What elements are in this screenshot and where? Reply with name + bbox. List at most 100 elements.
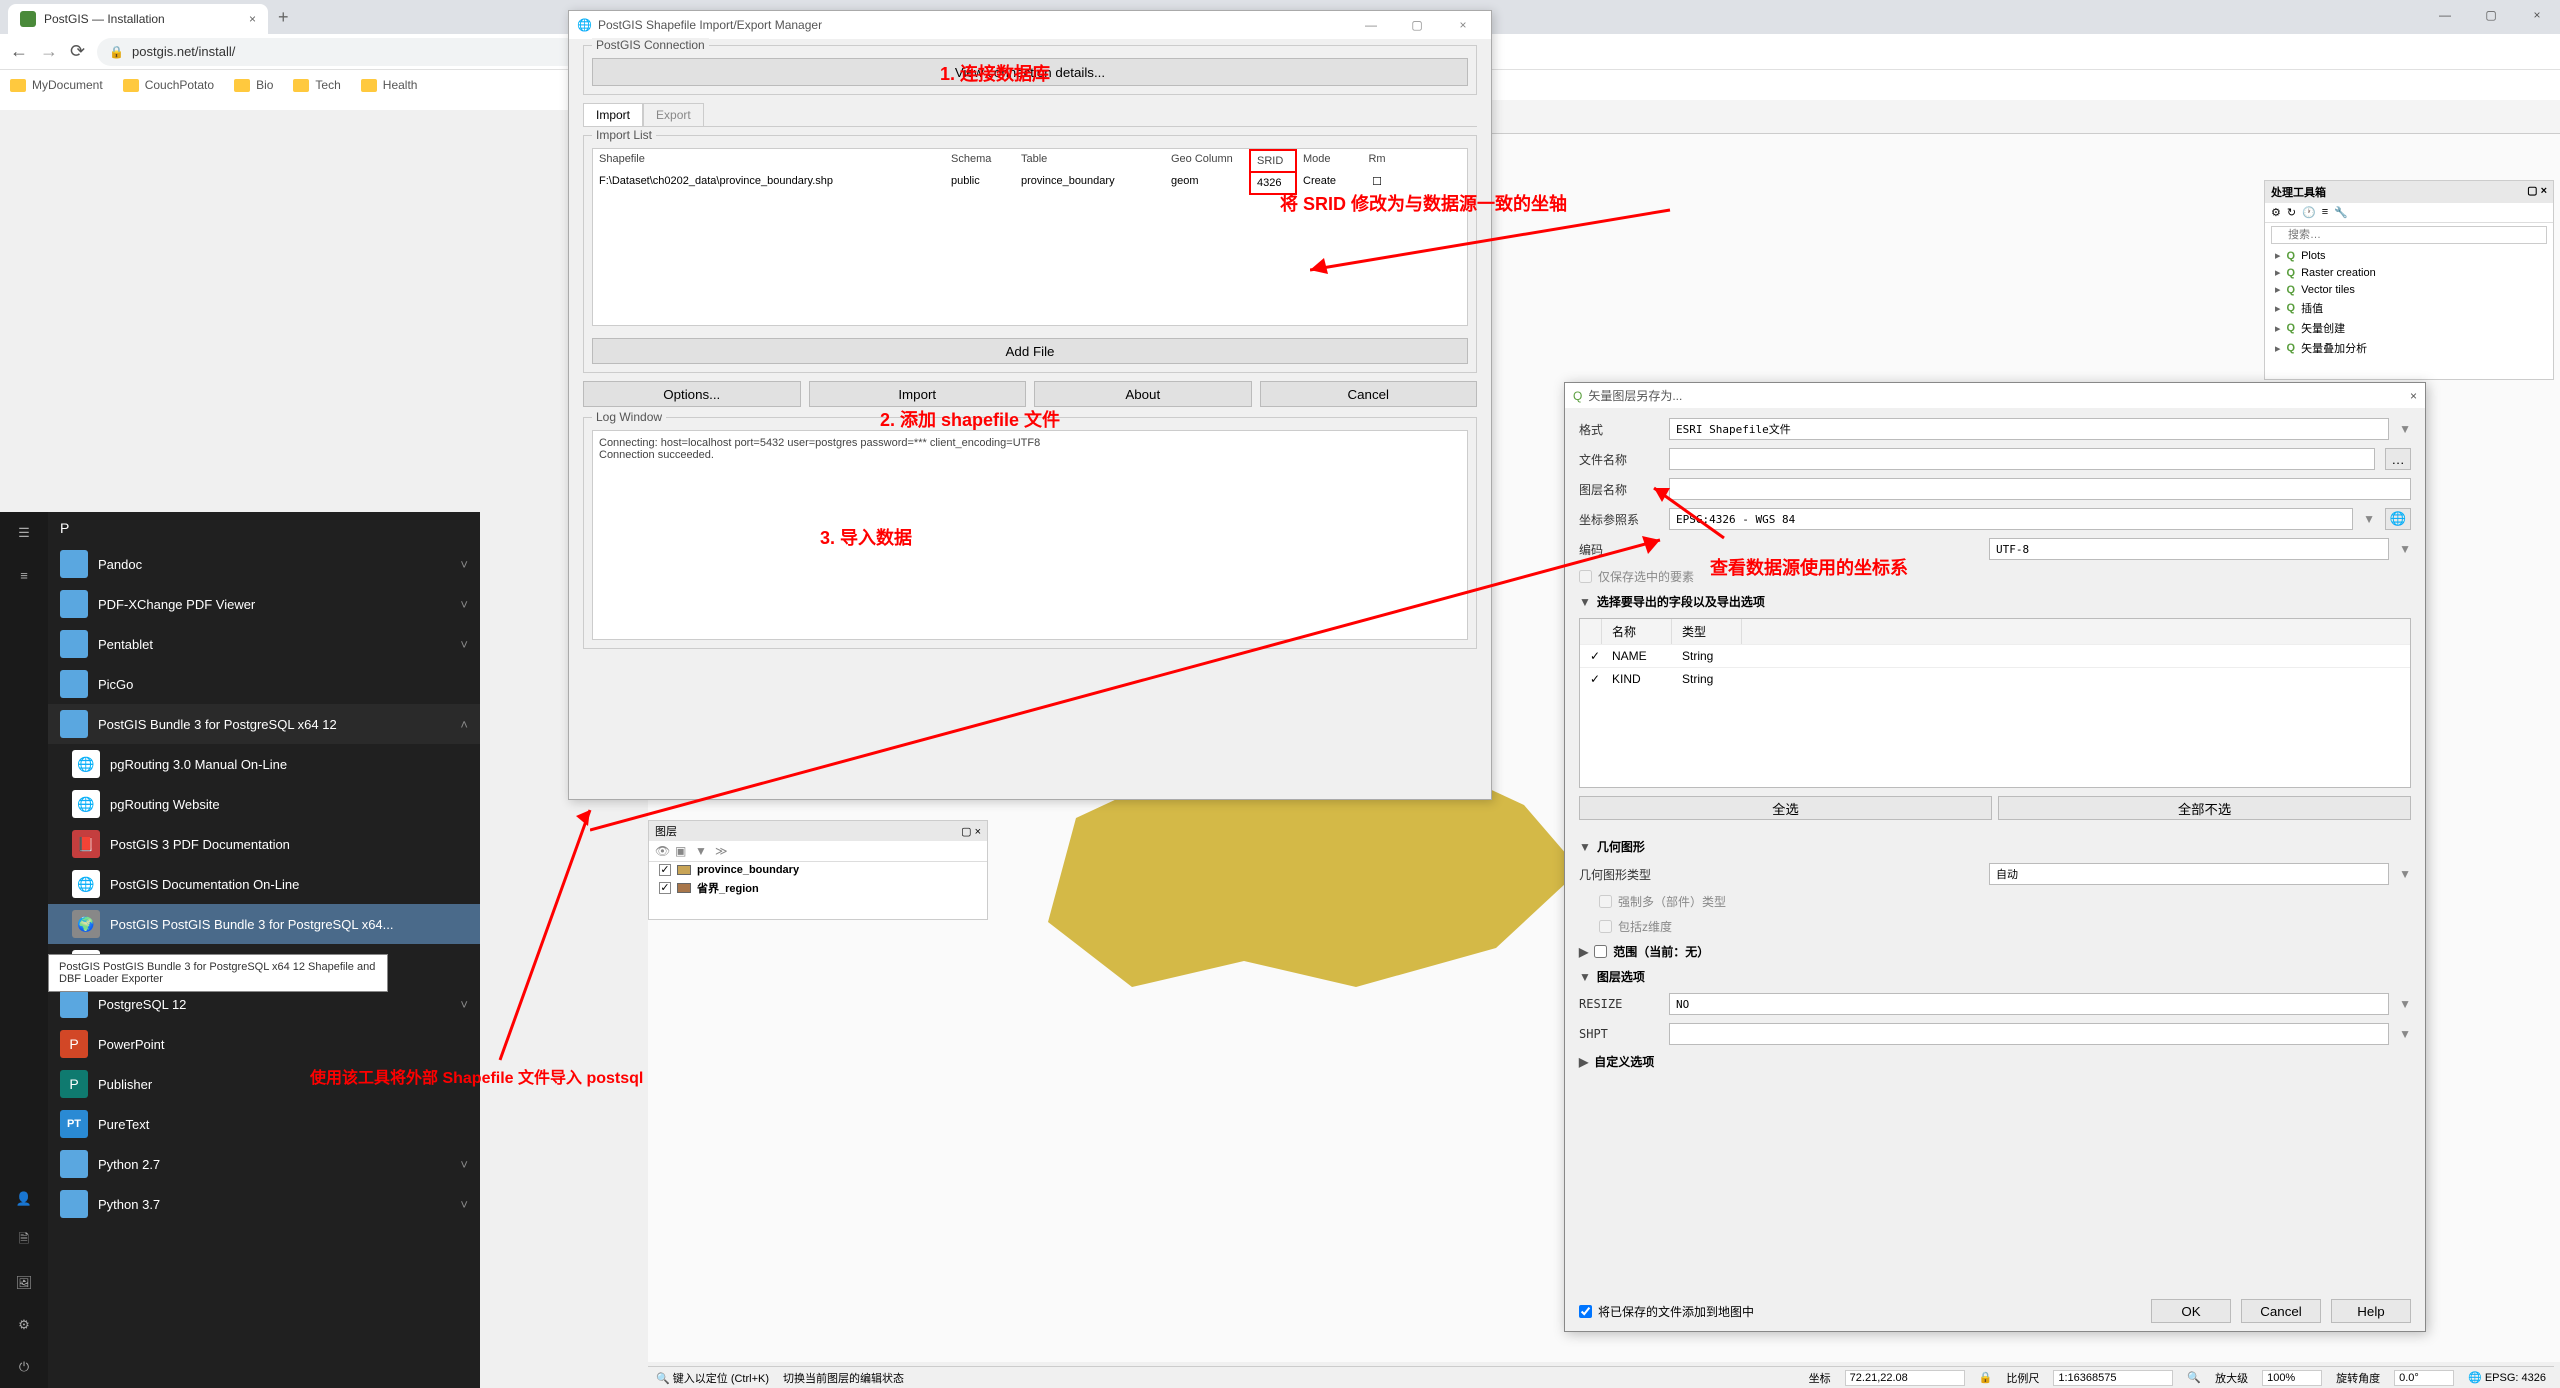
forward-button[interactable]: → bbox=[40, 41, 58, 62]
chevron-icon[interactable]: ˅ bbox=[460, 1157, 468, 1172]
locator-hint[interactable]: 🔍 键入以定位 (Ctrl+K) bbox=[656, 1370, 769, 1386]
extent-checkbox[interactable] bbox=[1594, 945, 1607, 958]
start-menu-item[interactable]: PostGIS Bundle 3 for PostgreSQL x64 12˄ bbox=[48, 704, 480, 744]
back-button[interactable]: ← bbox=[10, 41, 28, 62]
select-none-button[interactable]: 全部不选 bbox=[1998, 796, 2411, 820]
start-menu-item[interactable]: PTPureText bbox=[48, 1104, 480, 1144]
crs-display[interactable]: 🌐 EPSG: 4326 bbox=[2468, 1371, 2546, 1384]
field-row[interactable]: ✓KINDString bbox=[1580, 667, 2410, 690]
start-menu-item[interactable]: 🌍PostGIS PostGIS Bundle 3 for PostgreSQL… bbox=[48, 904, 480, 944]
layername-input[interactable] bbox=[1669, 478, 2411, 500]
coord-input[interactable] bbox=[1845, 1370, 1965, 1386]
list-icon[interactable]: ≡ bbox=[0, 554, 48, 596]
close-tab-icon[interactable]: × bbox=[249, 12, 256, 26]
chevron-icon[interactable]: ˅ bbox=[460, 557, 468, 572]
cell-srid[interactable]: 4326 bbox=[1249, 171, 1297, 195]
options-button[interactable]: Options... bbox=[583, 381, 801, 407]
select-all-button[interactable]: 全选 bbox=[1579, 796, 1992, 820]
import-button[interactable]: Import bbox=[809, 381, 1027, 407]
bookmark-item[interactable]: Tech bbox=[293, 78, 340, 92]
toolbox-item[interactable]: ▸QVector tiles bbox=[2265, 281, 2553, 298]
magnifier-input[interactable] bbox=[2262, 1370, 2322, 1386]
export-tab[interactable]: Export bbox=[643, 103, 704, 126]
help-button[interactable]: Help bbox=[2331, 1299, 2411, 1323]
expand-icon[interactable]: ▼ bbox=[1579, 840, 1591, 854]
add-file-button[interactable]: Add File bbox=[592, 338, 1468, 364]
layer-checkbox[interactable]: ✓ bbox=[659, 864, 671, 876]
tool-icon[interactable]: ≫ bbox=[715, 844, 729, 858]
tool-icon[interactable]: 👁 bbox=[655, 844, 669, 858]
toolbox-search[interactable] bbox=[2271, 226, 2547, 244]
tool-icon[interactable]: ↻ bbox=[2287, 206, 2296, 219]
toolbox-item[interactable]: ▸QRaster creation bbox=[2265, 264, 2553, 281]
filter-icon[interactable]: ▼ bbox=[695, 844, 709, 858]
tool-icon[interactable]: ⚙ bbox=[2271, 206, 2281, 219]
geomtype-select[interactable]: 自动 bbox=[1989, 863, 2389, 885]
start-menu-item[interactable]: 🌐PostGIS Documentation On-Line bbox=[48, 864, 480, 904]
layer-item[interactable]: ✓province_boundary bbox=[649, 862, 987, 878]
add-to-map-checkbox[interactable] bbox=[1579, 1305, 1592, 1318]
expand-icon[interactable]: ▶ bbox=[1579, 945, 1588, 959]
chevron-icon[interactable]: ˅ bbox=[460, 1197, 468, 1212]
close-button[interactable]: × bbox=[2410, 389, 2417, 403]
settings-icon[interactable]: ⚙ bbox=[0, 1304, 48, 1346]
menu-icon[interactable]: ☰ bbox=[0, 512, 48, 554]
layer-checkbox[interactable]: ✓ bbox=[659, 882, 671, 894]
documents-icon[interactable]: 🗎 bbox=[0, 1220, 48, 1262]
expand-icon[interactable]: ▶ bbox=[1579, 1055, 1588, 1069]
user-icon[interactable]: 👤 bbox=[0, 1178, 48, 1220]
close-button[interactable]: × bbox=[1443, 18, 1483, 32]
ok-button[interactable]: OK bbox=[2151, 1299, 2231, 1323]
cancel-button[interactable]: Cancel bbox=[2241, 1299, 2321, 1323]
toolbox-item[interactable]: ▸Q插值 bbox=[2265, 298, 2553, 318]
cancel-button[interactable]: Cancel bbox=[1260, 381, 1478, 407]
format-select[interactable]: ESRI Shapefile文件 bbox=[1669, 418, 2389, 440]
tool-icon[interactable]: 🕐 bbox=[2302, 206, 2316, 219]
bookmark-item[interactable]: Bio bbox=[234, 78, 273, 92]
expand-icon[interactable]: ▼ bbox=[1579, 970, 1591, 984]
browser-tab[interactable]: PostGIS — Installation × bbox=[8, 4, 268, 34]
reload-button[interactable]: ⟳ bbox=[70, 41, 85, 62]
bookmark-item[interactable]: CouchPotato bbox=[123, 78, 214, 92]
minimize-button[interactable]: — bbox=[2422, 0, 2468, 30]
browse-button[interactable]: … bbox=[2385, 448, 2411, 470]
rotation-input[interactable] bbox=[2394, 1370, 2454, 1386]
scale-input[interactable] bbox=[2053, 1370, 2173, 1386]
start-menu-item[interactable]: Python 2.7˅ bbox=[48, 1144, 480, 1184]
shpt-select[interactable] bbox=[1669, 1023, 2389, 1045]
start-menu-item[interactable]: PPublisher bbox=[48, 1064, 480, 1104]
tool-icon[interactable]: ▣ bbox=[675, 844, 689, 858]
panel-close-icon[interactable]: ▢ × bbox=[2527, 184, 2547, 200]
tool-icon[interactable]: ≡ bbox=[2322, 206, 2328, 219]
maximize-button[interactable]: ▢ bbox=[2468, 0, 2514, 30]
start-menu-item[interactable]: PicGo bbox=[48, 664, 480, 704]
resize-select[interactable]: NO bbox=[1669, 993, 2389, 1015]
start-menu-item[interactable]: Pentablet˅ bbox=[48, 624, 480, 664]
crs-browse-button[interactable]: 🌐 bbox=[2385, 508, 2411, 530]
layer-item[interactable]: ✓省界_region bbox=[649, 878, 987, 898]
chevron-icon[interactable]: ˅ bbox=[460, 637, 468, 652]
cell-rm[interactable]: ☐ bbox=[1357, 171, 1397, 195]
dialog-titlebar[interactable]: Q 矢量图层另存为... × bbox=[1565, 383, 2425, 408]
close-button[interactable]: × bbox=[2514, 0, 2560, 30]
bookmark-item[interactable]: MyDocument bbox=[10, 78, 103, 92]
toolbox-item[interactable]: ▸QPlots bbox=[2265, 247, 2553, 264]
power-icon[interactable]: ⏻ bbox=[0, 1346, 48, 1388]
bookmark-item[interactable]: Health bbox=[361, 78, 418, 92]
start-menu-item[interactable]: 🌐pgRouting Website bbox=[48, 784, 480, 824]
filename-input[interactable] bbox=[1669, 448, 2375, 470]
expand-icon[interactable]: ▼ bbox=[1579, 595, 1591, 609]
view-connection-button[interactable]: View connection details... bbox=[592, 58, 1468, 86]
start-menu-item[interactable]: 📕PostGIS 3 PDF Documentation bbox=[48, 824, 480, 864]
dialog-titlebar[interactable]: 🌐 PostGIS Shapefile Import/Export Manage… bbox=[569, 11, 1491, 39]
toolbox-item[interactable]: ▸Q矢量叠加分析 bbox=[2265, 338, 2553, 358]
chevron-icon[interactable]: ˄ bbox=[460, 717, 468, 732]
import-tab[interactable]: Import bbox=[583, 103, 643, 126]
start-menu-item[interactable]: 🌐pgRouting 3.0 Manual On-Line bbox=[48, 744, 480, 784]
chevron-icon[interactable]: ˅ bbox=[460, 597, 468, 612]
crs-select[interactable]: EPSG:4326 - WGS 84 bbox=[1669, 508, 2353, 530]
start-menu-item[interactable]: Python 3.7˅ bbox=[48, 1184, 480, 1224]
encoding-select[interactable]: UTF-8 bbox=[1989, 538, 2389, 560]
maximize-button[interactable]: ▢ bbox=[1397, 18, 1437, 32]
about-button[interactable]: About bbox=[1034, 381, 1252, 407]
